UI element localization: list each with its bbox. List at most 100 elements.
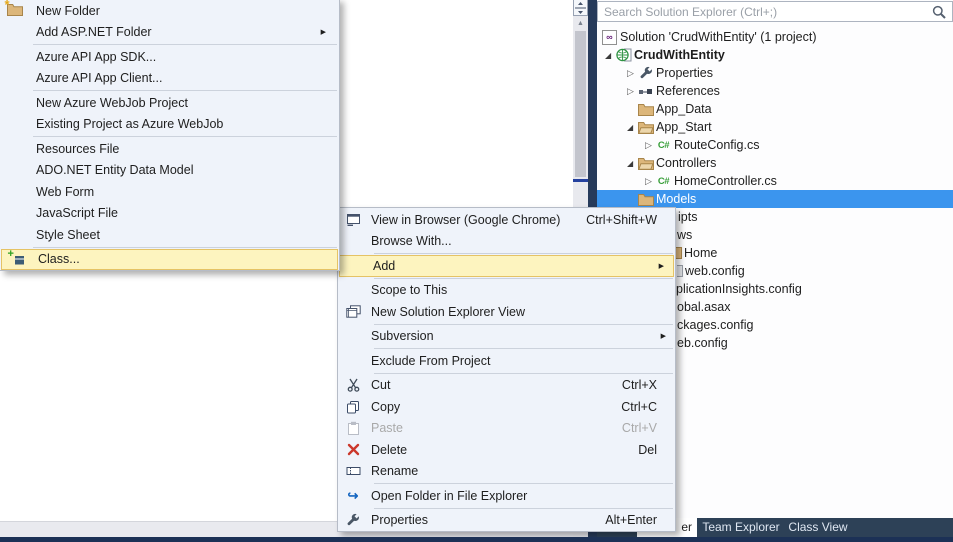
menu-separator	[33, 246, 337, 248]
submenu-arrow-icon: ▶	[320, 29, 326, 37]
menu-item-adonet-entity-data-model[interactable]: ADO.NET Entity Data Model	[0, 160, 339, 182]
window-bottom-edge	[0, 537, 953, 542]
chevron-expanded-icon[interactable]: ◢	[605, 51, 615, 60]
menu-item-properties[interactable]: Properties Alt+Enter	[338, 510, 675, 532]
tree-item-references[interactable]: ▷ References	[597, 82, 953, 100]
menu-item-javascript-file[interactable]: JavaScript File	[0, 203, 339, 225]
tree-item-label: Home	[684, 246, 718, 260]
menu-item-new-solution-explorer-view[interactable]: New Solution Explorer View	[338, 301, 675, 323]
menu-item-existing-project-as-azure-webjob[interactable]: Existing Project as Azure WebJob	[0, 114, 339, 136]
menu-item-cut[interactable]: Cut Ctrl+X	[338, 375, 675, 397]
search-icon[interactable]	[932, 5, 946, 22]
context-menu: View in Browser (Google Chrome) Ctrl+Shi…	[337, 207, 676, 532]
menu-separator	[33, 136, 337, 137]
wrench-icon	[338, 513, 368, 527]
menu-item-copy[interactable]: Copy Ctrl+C	[338, 396, 675, 418]
tree-item-label: RouteConfig.cs	[674, 138, 760, 152]
tree-item-app-data[interactable]: App_Data	[597, 100, 953, 118]
menu-separator	[33, 44, 337, 45]
tree-item-homecontroller[interactable]: ▷ C# HomeController.cs	[597, 172, 953, 190]
chevron-collapsed-icon[interactable]: ▷	[645, 140, 655, 151]
menu-item-subversion[interactable]: Subversion ▶	[338, 326, 675, 348]
tree-item-app-start[interactable]: ◢ App_Start	[597, 118, 953, 136]
scroll-up-arrow-icon[interactable]: ▲	[573, 18, 588, 30]
tab-team-explorer[interactable]: Team Explorer	[697, 518, 785, 537]
menu-item-exclude-from-project[interactable]: Exclude From Project	[338, 350, 675, 372]
tree-item-label: App_Data	[656, 102, 712, 116]
menu-item-web-form[interactable]: Web Form	[0, 181, 339, 203]
solution-icon: ∞	[601, 29, 618, 45]
tree-item-project-crudwithentity[interactable]: ◢ CrudWithEntity	[597, 46, 953, 64]
menu-item-open-folder-in-file-explorer[interactable]: ↪ Open Folder in File Explorer	[338, 485, 675, 507]
menu-item-new-folder[interactable]: * New Folder	[0, 0, 339, 22]
tree-item-controllers[interactable]: ◢ Controllers	[597, 154, 953, 172]
tree-item-label: Controllers	[656, 156, 717, 170]
chevron-collapsed-icon[interactable]: ▷	[627, 68, 637, 79]
menu-shortcut: Ctrl+X	[621, 378, 657, 393]
menu-item-delete[interactable]: Delete Del	[338, 439, 675, 461]
menu-item-new-azure-webjob-project[interactable]: New Azure WebJob Project	[0, 92, 339, 114]
tree-item-partial[interactable]: ws	[677, 226, 692, 244]
tree-item-label: Properties	[656, 66, 713, 80]
class-icon: +	[2, 248, 35, 266]
tree-item-models-selected[interactable]: Models	[597, 190, 953, 208]
menu-item-style-sheet[interactable]: Style Sheet	[0, 224, 339, 246]
menu-item-add-aspnet-folder[interactable]: Add ASP.NET Folder ▶	[0, 22, 339, 44]
menu-item-azure-api-app-sdk[interactable]: Azure API App SDK...	[0, 46, 339, 68]
tree-item-partial[interactable]: Home	[676, 244, 717, 262]
tree-item-partial[interactable]: ipts	[678, 208, 697, 226]
menu-item-label: Delete	[371, 442, 408, 457]
menu-item-resources-file[interactable]: Resources File	[0, 138, 339, 160]
tree-item-solution[interactable]: ∞ Solution 'CrudWithEntity' (1 project)	[597, 28, 953, 46]
chevron-expanded-icon[interactable]: ◢	[627, 159, 637, 168]
menu-separator	[374, 372, 673, 374]
tree-item-label: eb.config	[677, 336, 728, 350]
search-box	[597, 1, 953, 22]
scrollbar-splitter-handle[interactable]	[573, 0, 588, 16]
scrollbar-position-marker	[573, 179, 588, 182]
tree-item-properties[interactable]: ▷ Properties	[597, 64, 953, 82]
menu-separator	[374, 483, 673, 484]
tree-item-label: plicationInsights.config	[676, 282, 802, 296]
menu-item-label: Browse With...	[371, 234, 452, 249]
csharp-file-icon: C#	[657, 175, 670, 187]
menu-item-label: Azure API App Client...	[36, 71, 163, 86]
tree-item-label: Models	[656, 192, 697, 206]
new-folder-icon: *	[0, 0, 33, 19]
menu-item-label: Add ASP.NET Folder	[36, 25, 152, 40]
menu-separator	[374, 253, 673, 254]
menu-item-add[interactable]: Add ▶	[339, 255, 674, 277]
menu-shortcut: Del	[638, 442, 657, 457]
menu-item-scope-to-this[interactable]: Scope to This	[338, 280, 675, 302]
menu-separator	[374, 323, 673, 325]
tree-item-partial[interactable]: obal.asax	[677, 298, 731, 316]
paste-icon	[338, 421, 368, 436]
menu-item-view-in-browser[interactable]: View in Browser (Google Chrome) Ctrl+Shi…	[338, 209, 675, 231]
menu-separator	[33, 90, 337, 91]
menu-item-azure-api-app-client[interactable]: Azure API App Client...	[0, 68, 339, 90]
tree-item-routeconfig[interactable]: ▷ C# RouteConfig.cs	[597, 136, 953, 154]
menu-shortcut: Ctrl+Shift+W	[586, 212, 657, 227]
chevron-expanded-icon[interactable]: ◢	[627, 123, 637, 132]
tree-item-partial[interactable]: plicationInsights.config	[676, 280, 802, 298]
solution-tree: ∞ Solution 'CrudWithEntity' (1 project) …	[597, 28, 953, 208]
chevron-collapsed-icon[interactable]: ▷	[645, 176, 655, 187]
menu-item-rename[interactable]: Rename	[338, 461, 675, 483]
tree-item-partial[interactable]: ckages.config	[677, 316, 753, 334]
csharp-file-icon: C#	[657, 139, 670, 151]
menu-item-class[interactable]: + Class...	[1, 248, 338, 270]
config-icon-fragment	[677, 265, 683, 277]
tree-item-partial[interactable]: web.config	[677, 262, 745, 280]
folder-icon-fragment	[676, 247, 682, 259]
tab-class-view[interactable]: Class View	[787, 518, 849, 537]
menu-separator	[374, 277, 673, 279]
menu-item-browse-with[interactable]: Browse With...	[338, 231, 675, 253]
scrollbar-thumb[interactable]	[575, 31, 586, 177]
tree-item-label: ckages.config	[677, 318, 754, 332]
new-view-icon	[338, 305, 368, 318]
chevron-collapsed-icon[interactable]: ▷	[627, 86, 637, 97]
search-input[interactable]	[598, 2, 952, 21]
tree-item-partial[interactable]: eb.config	[677, 334, 728, 352]
menu-separator	[374, 507, 673, 509]
menu-item-label: ADO.NET Entity Data Model	[36, 163, 194, 178]
